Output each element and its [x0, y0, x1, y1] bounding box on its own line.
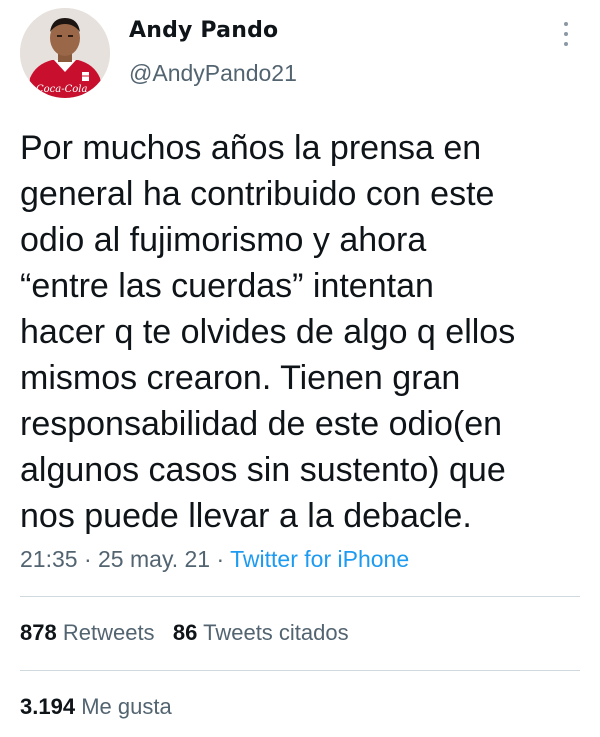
tweet-text: Por muchos años la prensa en general ha …: [20, 125, 585, 539]
likes-count: 3.194: [20, 694, 76, 719]
tweet-text-line: hacer q te olvides de algo q ellos: [20, 313, 516, 351]
author-handle[interactable]: @AndyPando21: [129, 60, 297, 87]
tweet-text-line: nos puede llevar a la debacle.: [20, 497, 472, 535]
tweet-stats: 878 Retweets 86 Tweets citados: [20, 620, 349, 646]
tweet-text-line: responsabilidad de este odio(en: [20, 405, 503, 443]
avatar-image: Coca-Cola: [20, 8, 110, 98]
author-name[interactable]: Andy Pando: [129, 18, 278, 43]
retweets-label: Retweets: [62, 620, 155, 645]
meta-separator: ·: [216, 546, 225, 572]
avatar[interactable]: Coca-Cola: [20, 8, 110, 98]
tweet-date[interactable]: 25 may. 21: [98, 546, 210, 572]
quotes-label: Tweets citados: [203, 620, 349, 645]
tweet-header: Coca-Cola Andy Pando @AndyPando21: [0, 0, 600, 110]
tweet-text-line: odio al fujimorismo y ahora: [20, 221, 427, 259]
tweet-text-line: Por muchos años la prensa en: [20, 129, 482, 167]
likes-stat[interactable]: 3.194 Me gusta: [20, 694, 172, 720]
meta-separator: ·: [83, 546, 92, 572]
divider: [20, 596, 580, 597]
tweet-meta: 21:35 · 25 may. 21 · Twitter for iPhone: [20, 546, 409, 573]
divider: [20, 670, 580, 671]
quotes-count: 86: [172, 620, 198, 645]
quotes-stat[interactable]: 86 Tweets citados: [173, 620, 349, 645]
retweets-count: 878: [20, 620, 57, 645]
tweet-text-line: “entre las cuerdas” intentan: [20, 267, 434, 305]
more-options-button[interactable]: [558, 20, 574, 48]
retweets-stat[interactable]: 878 Retweets: [20, 620, 155, 645]
tweet-time[interactable]: 21:35: [20, 546, 78, 572]
tweet-text-line: algunos casos sin sustento) que: [20, 451, 506, 489]
sponsor-logo: Coca-Cola: [36, 84, 87, 95]
more-vertical-icon: [564, 22, 568, 26]
tweet-text-line: general ha contribuido con este: [20, 175, 495, 213]
tweet-text-line: mismos crearon. Tienen gran: [20, 359, 461, 397]
tweet-source-link[interactable]: Twitter for iPhone: [230, 546, 409, 572]
likes-label: Me gusta: [81, 694, 172, 719]
